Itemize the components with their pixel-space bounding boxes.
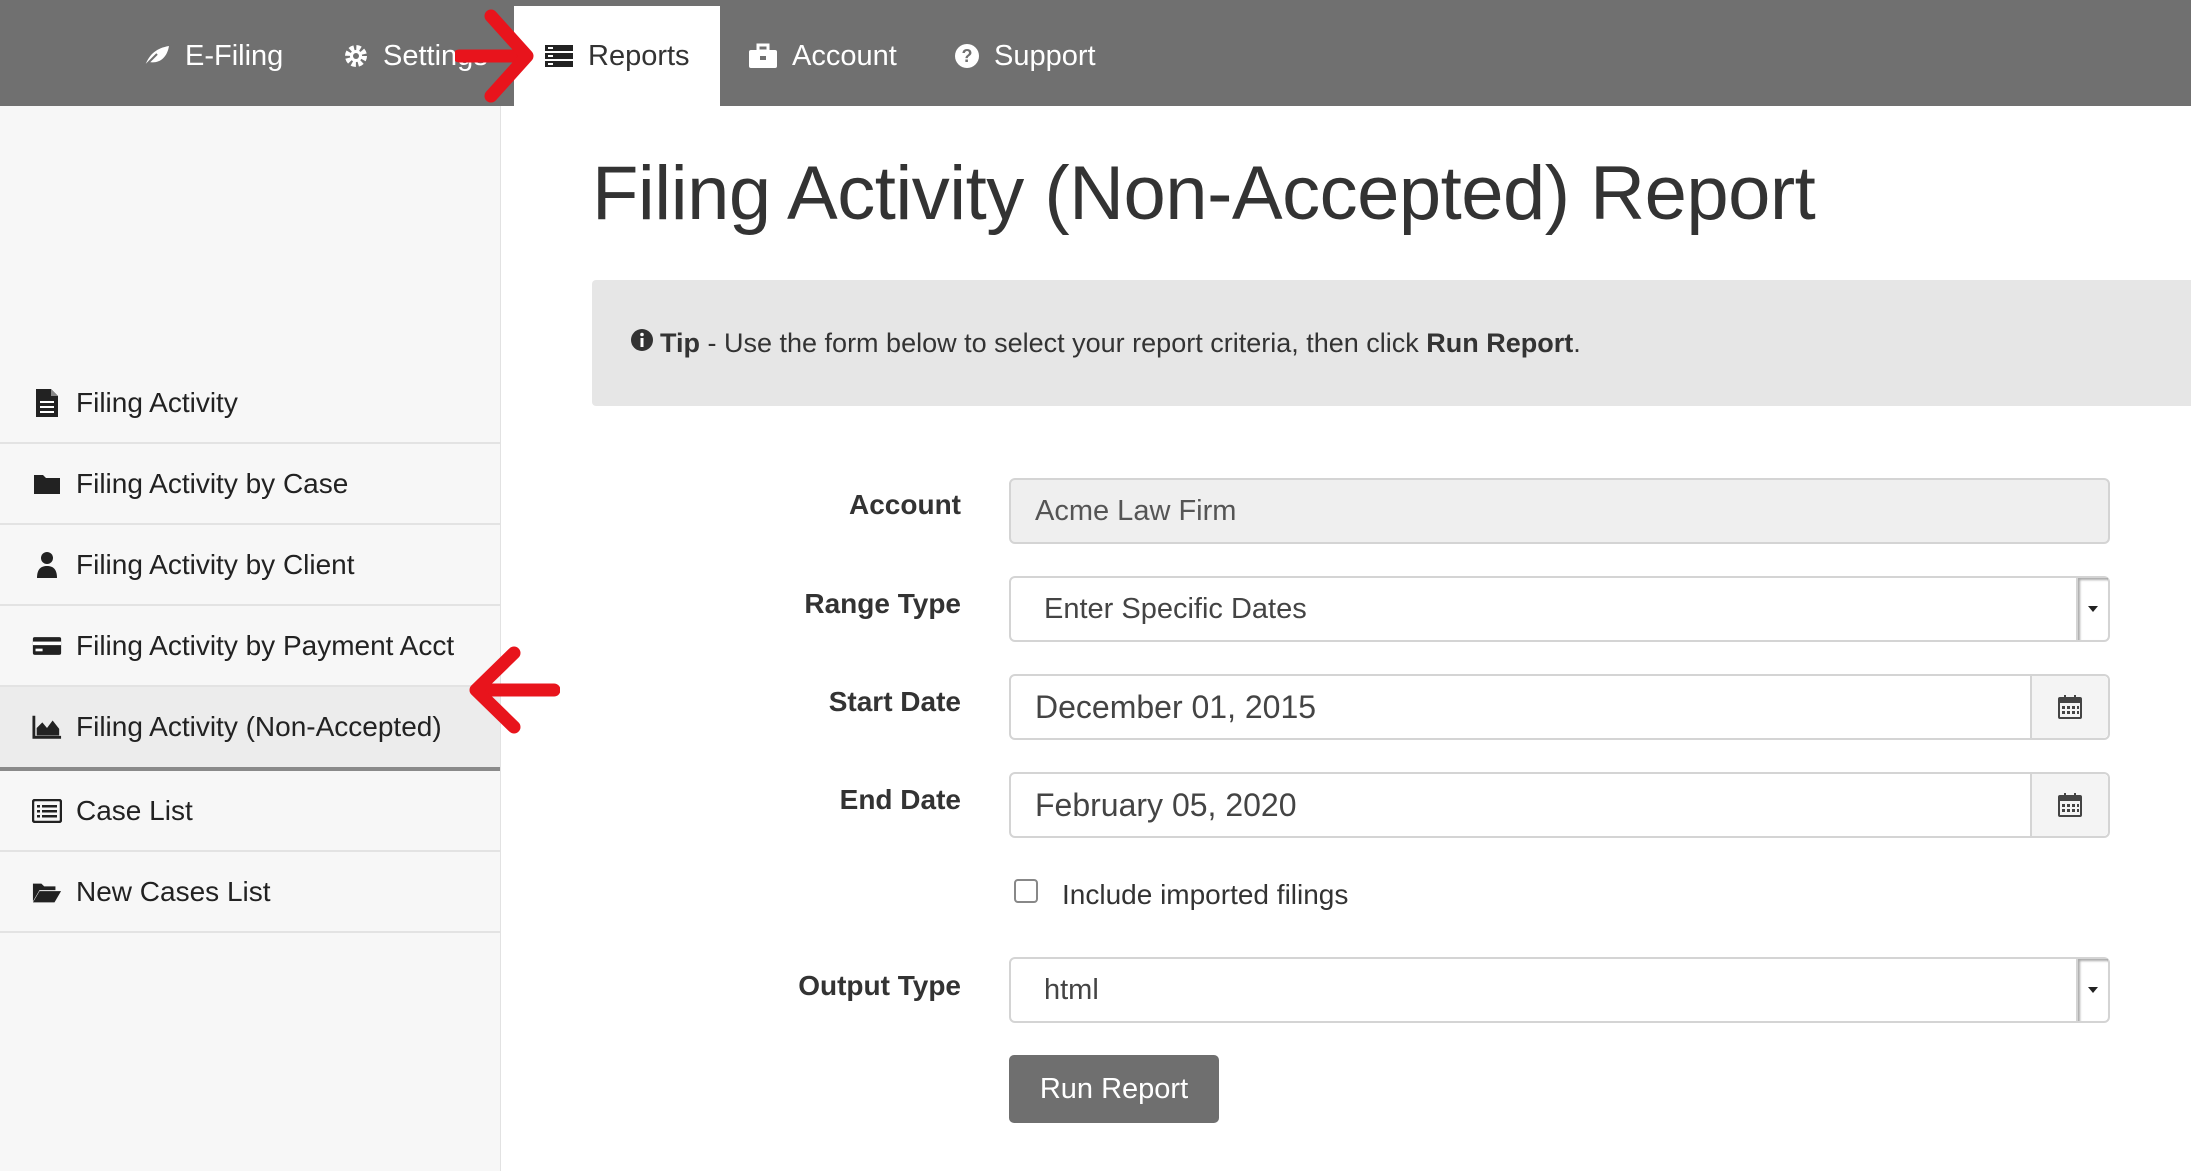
sidebar: Filing Activity Filing Activity by Case … [0,106,501,1171]
range-type-label: Range Type [804,588,961,619]
sidebar-menu: Filing Activity Filing Activity by Case … [0,363,500,933]
account-label: Account [849,489,961,520]
question-circle-icon: ? [954,43,980,69]
list-icon [32,798,62,823]
gear-icon [343,43,369,69]
tip-text: Tip - Use the form below to select your … [660,328,1581,359]
tip-body: - Use the form below to select your repo… [700,327,1427,358]
sidebar-item-label: Filing Activity by Client [76,548,355,580]
nav-support[interactable]: ? Support [954,6,1096,106]
calendar-icon [2058,793,2082,817]
folder-icon [32,472,62,496]
page-title: Filing Activity (Non-Accepted) Report [592,151,1816,236]
range-type-select[interactable]: Enter Specific Dates [1009,576,2110,642]
area-chart-icon [32,714,62,740]
briefcase-icon [748,43,778,69]
sidebar-item-filing-activity-non-accepted[interactable]: Filing Activity (Non-Accepted) [0,687,500,771]
account-field: Acme Law Firm [1009,478,2110,544]
sidebar-item-filing-activity-by-payment-acct[interactable]: Filing Activity by Payment Acct [0,606,500,687]
svg-text:?: ? [962,46,973,66]
start-date-calendar-button[interactable] [2030,676,2108,738]
sidebar-item-new-cases-list[interactable]: New Cases List [0,852,500,933]
calendar-icon [2058,695,2082,719]
credit-card-icon [32,634,62,658]
tip-alert: Tip - Use the form below to select your … [592,280,2191,406]
file-icon [32,388,62,418]
sidebar-item-filing-activity[interactable]: Filing Activity [0,363,500,444]
sidebar-item-case-list[interactable]: Case List [0,771,500,852]
top-nav: E-Filing Settings Reports Account ? Supp… [0,0,2191,106]
sidebar-item-label: Filing Activity by Case [76,467,349,499]
run-report-button[interactable]: Run Report [1009,1055,1219,1123]
sidebar-item-filing-activity-by-case[interactable]: Filing Activity by Case [0,444,500,525]
nav-reports[interactable]: Reports [514,6,720,106]
start-date-value: December 01, 2015 [1035,688,1317,725]
output-type-value: html [1044,973,1099,1006]
output-type-select[interactable]: html [1009,957,2110,1023]
output-type-label: Output Type [798,970,961,1001]
nav-efiling-label: E-Filing [185,39,284,72]
include-imported-checkbox[interactable] [1014,879,1038,903]
end-date-input[interactable]: February 05, 2020 [1009,772,2110,838]
start-date-input[interactable]: December 01, 2015 [1009,674,2110,740]
nav-reports-label: Reports [588,39,690,72]
sidebar-item-label: Case List [76,794,193,826]
end-date-label: End Date [839,784,961,815]
end-date-calendar-button[interactable] [2030,774,2108,836]
leaf-icon [143,44,171,68]
info-circle-icon [630,328,654,359]
nav-support-label: Support [994,39,1096,72]
sidebar-item-label: Filing Activity [76,386,238,418]
account-value: Acme Law Firm [1035,494,1237,527]
tip-action: Run Report [1426,327,1574,358]
user-icon [32,551,62,579]
range-type-value: Enter Specific Dates [1044,592,1307,625]
start-date-label: Start Date [828,686,961,717]
annotation-arrow-left [469,646,560,734]
server-icon [544,44,574,68]
end-date-value: February 05, 2020 [1035,786,1297,823]
sidebar-item-label: Filing Activity by Payment Acct [76,629,455,661]
tip-lead: Tip [660,327,700,358]
sidebar-item-filing-activity-by-client[interactable]: Filing Activity by Client [0,525,500,606]
folder-open-icon [32,880,62,904]
sidebar-item-label: New Cases List [76,875,271,907]
nav-account[interactable]: Account [748,6,897,106]
sidebar-item-label: Filing Activity (Non-Accepted) [76,711,442,742]
nav-efiling[interactable]: E-Filing [143,6,283,106]
tip-end: . [1573,327,1581,358]
include-imported-label[interactable]: Include imported filings [1062,879,1348,911]
annotation-arrow-right [455,9,534,103]
nav-account-label: Account [792,39,897,72]
chevron-down-icon[interactable] [2076,959,2108,1021]
chevron-down-icon[interactable] [2076,578,2108,640]
